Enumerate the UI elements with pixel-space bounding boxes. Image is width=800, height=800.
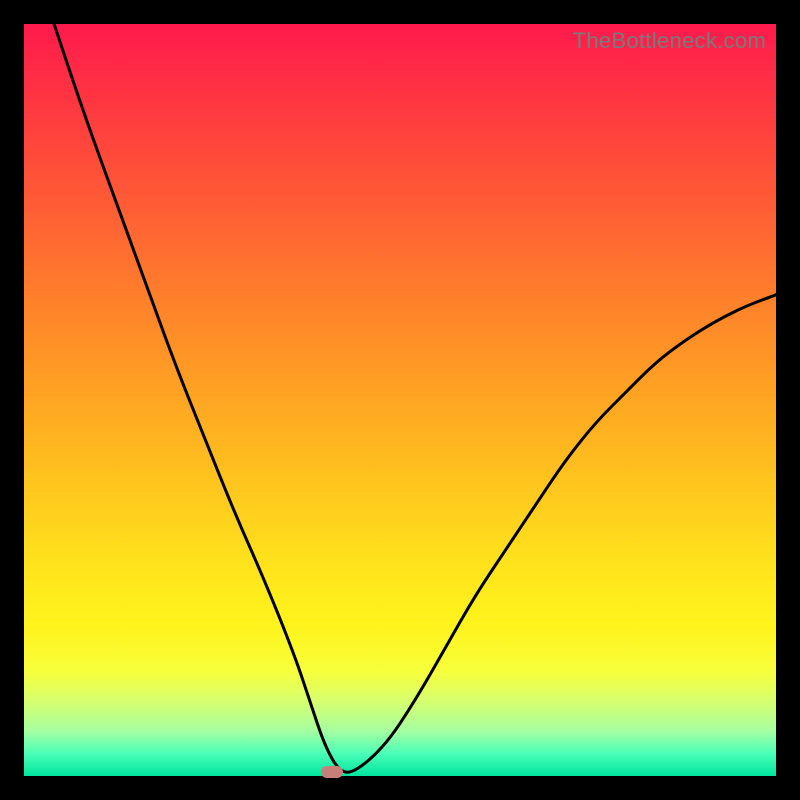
plot-area: TheBottleneck.com — [24, 24, 776, 776]
optimum-marker — [321, 766, 343, 778]
bottleneck-curve — [24, 24, 776, 776]
chart-frame: TheBottleneck.com — [0, 0, 800, 800]
